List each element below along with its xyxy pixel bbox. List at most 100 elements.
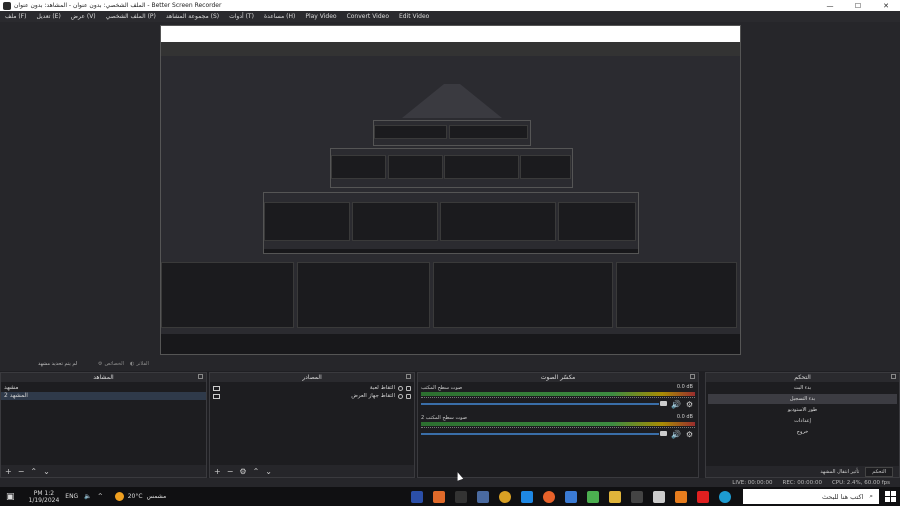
language-indicator[interactable]: ENG xyxy=(65,493,78,500)
menu-bar: ملف (F) تعديل (E) عرض (V) الملف الشخصي (… xyxy=(0,11,900,22)
preview-canvas[interactable] xyxy=(0,22,900,357)
studio-mode-button[interactable]: طور الاستوديو xyxy=(708,405,897,415)
windows-start-icon[interactable] xyxy=(885,491,896,502)
gear-icon[interactable]: ⚙ xyxy=(686,400,693,409)
dock-float-icon[interactable] xyxy=(198,374,203,379)
remove-source-button[interactable]: − xyxy=(227,467,234,476)
firefox-icon[interactable] xyxy=(543,490,556,503)
notification-icon[interactable]: ▣ xyxy=(6,492,15,502)
taskbar-search-input[interactable]: اكتب هنا للبحث ⌕ xyxy=(743,489,879,504)
menu-convert-video[interactable]: Convert Video xyxy=(342,13,394,20)
mixer-channel: صوت سطح المكتب 0.0 dB 🔊 ⚙ xyxy=(421,384,695,412)
recorder-app-icon[interactable] xyxy=(433,490,446,503)
live-status: LIVE: 00:00:00 xyxy=(732,479,773,486)
bolt-icon[interactable] xyxy=(631,490,644,503)
exit-button[interactable]: خروج xyxy=(708,427,897,437)
status-bar: LIVE: 00:00:00 REC: 00:00:00 CPU: 2.4%, … xyxy=(0,478,900,487)
store-icon[interactable] xyxy=(521,490,534,503)
menu-help[interactable]: مساعدة (H) xyxy=(259,13,300,20)
game-capture-icon xyxy=(213,385,220,391)
nested-preview-4 xyxy=(373,120,531,146)
menu-edit-video[interactable]: Edit Video xyxy=(394,13,434,20)
start-streaming-button[interactable]: بدء البث xyxy=(708,383,897,393)
menu-view[interactable]: عرض (V) xyxy=(66,13,101,20)
properties-button[interactable]: ⚙ الخصائص xyxy=(98,361,124,367)
volume-slider[interactable] xyxy=(421,403,659,405)
window-title: الملف الشخصي: بدون عنوان - المشاهد: بدون… xyxy=(14,2,222,9)
chrome-icon[interactable] xyxy=(499,490,512,503)
move-up-icon[interactable]: ⌃ xyxy=(30,467,37,476)
menu-file[interactable]: ملف (F) xyxy=(0,13,31,20)
source-item[interactable]: التقاط لعبة xyxy=(210,384,414,392)
source-item[interactable]: التقاط جهاز العرض xyxy=(210,392,414,400)
nested-preview-2 xyxy=(263,192,639,254)
edge-icon[interactable] xyxy=(719,490,732,503)
level-meter xyxy=(421,422,695,426)
menu-scene-collection[interactable]: مجموعة المشاهد (S) xyxy=(161,13,224,20)
scenes-dock: المشاهد مشهد المشهد 2 + − ⌃ ⌄ xyxy=(0,372,207,478)
add-scene-button[interactable]: + xyxy=(5,467,12,476)
sources-dock: المصادر التقاط لعبة التقاط جهاز العرض + … xyxy=(209,372,415,478)
blender-icon[interactable] xyxy=(675,490,688,503)
meter-scale xyxy=(421,397,695,401)
visibility-eye-icon[interactable] xyxy=(398,393,403,399)
speaker-icon[interactable]: 🔊 xyxy=(671,400,681,409)
maximize-button[interactable]: ☐ xyxy=(844,2,872,10)
speaker-icon[interactable]: 🔊 xyxy=(671,430,681,439)
close-button[interactable]: ✕ xyxy=(872,2,900,10)
dock-float-icon[interactable] xyxy=(406,374,411,379)
move-down-icon[interactable]: ⌄ xyxy=(265,467,272,476)
dock-float-icon[interactable] xyxy=(690,374,695,379)
clock[interactable]: PM 1:2 1/19/2024 xyxy=(29,490,60,504)
audio-mixer-dock-header: مكسّر الصوت xyxy=(418,373,698,382)
volume-slider-handle[interactable] xyxy=(660,431,667,436)
mail-icon[interactable] xyxy=(565,490,578,503)
window-titlebar: الملف الشخصي: بدون عنوان - المشاهد: بدون… xyxy=(0,0,900,11)
add-source-button[interactable]: + xyxy=(214,467,221,476)
move-up-icon[interactable]: ⌃ xyxy=(253,467,260,476)
youtube-icon[interactable] xyxy=(697,490,710,503)
scene-item[interactable]: المشهد 2 xyxy=(1,392,206,400)
nested-preview-1 xyxy=(160,25,741,355)
gear-icon[interactable]: ⚙ xyxy=(239,467,246,476)
chart-app-icon[interactable] xyxy=(477,490,490,503)
lock-icon[interactable] xyxy=(406,393,411,399)
tab-controls[interactable]: التحكم xyxy=(865,466,893,477)
minimize-button[interactable]: — xyxy=(816,2,844,10)
gear-icon[interactable]: ⚙ xyxy=(686,430,693,439)
roblox-icon[interactable] xyxy=(653,490,666,503)
chevron-up-icon[interactable]: ^ xyxy=(98,493,103,500)
settings-button[interactable]: إعدادات xyxy=(708,416,897,426)
weather-widget[interactable]: 20°C مشمس xyxy=(114,492,166,501)
volume-slider[interactable] xyxy=(421,433,659,435)
move-down-icon[interactable]: ⌄ xyxy=(43,467,50,476)
app-icon[interactable] xyxy=(411,490,424,503)
search-icon: ⌕ xyxy=(869,492,873,500)
lock-icon[interactable] xyxy=(406,385,411,391)
monitor-icon xyxy=(213,393,220,399)
menu-play-video[interactable]: Play Video xyxy=(300,13,341,20)
nested-preview-3 xyxy=(330,148,573,188)
menu-profile[interactable]: الملف الشخصي (P) xyxy=(101,13,161,20)
tab-scene-transitions[interactable]: تأثير انتقال المشهد xyxy=(820,469,859,475)
volume-slider-handle[interactable] xyxy=(660,401,667,406)
visibility-eye-icon[interactable] xyxy=(398,385,403,391)
lightning-app-icon[interactable] xyxy=(455,490,468,503)
window-controls: — ☐ ✕ xyxy=(816,2,900,10)
menu-edit[interactable]: تعديل (E) xyxy=(31,13,65,20)
start-recording-button[interactable]: بدء التسجيل xyxy=(708,394,897,404)
preview-toolbar: لم يتم تحديد مشهد ⚙ الخصائص ◐ الفلاتر xyxy=(0,357,900,371)
volume-icon[interactable]: 🔈 xyxy=(84,493,91,500)
scene-item[interactable]: مشهد xyxy=(1,384,206,392)
sun-icon xyxy=(114,492,124,501)
folder-icon[interactable] xyxy=(609,490,622,503)
dock-float-icon[interactable] xyxy=(891,374,896,379)
rec-status: REC: 00:00:00 xyxy=(782,479,822,486)
menu-tools[interactable]: أدوات (T) xyxy=(224,13,259,20)
calendar-icon[interactable] xyxy=(587,490,600,503)
filters-button[interactable]: ◐ الفلاتر xyxy=(130,361,149,367)
remove-scene-button[interactable]: − xyxy=(18,467,25,476)
gear-icon: ⚙ xyxy=(98,361,103,367)
filter-icon: ◐ xyxy=(130,361,135,367)
scenes-dock-footer: + − ⌃ ⌄ xyxy=(1,465,206,477)
